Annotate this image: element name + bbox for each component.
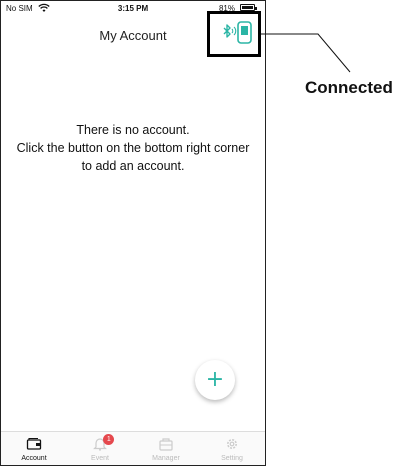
bluetooth-device-connected-icon[interactable] xyxy=(221,21,253,45)
tab-account[interactable]: Account xyxy=(1,432,67,465)
connected-annotation: Connected xyxy=(305,78,393,97)
plus-icon: + xyxy=(205,367,225,392)
bottom-tab-bar: Account 1 Event Manager Setting xyxy=(1,431,265,465)
manager-icon xyxy=(159,438,173,451)
tab-setting[interactable]: Setting xyxy=(199,432,265,465)
add-account-button[interactable]: + xyxy=(195,360,235,400)
tab-manager-label: Manager xyxy=(152,455,180,462)
empty-state-line-3: to add an account. xyxy=(81,159,185,173)
event-badge: 1 xyxy=(103,434,115,445)
tab-event[interactable]: 1 Event xyxy=(67,432,133,465)
tab-account-label: Account xyxy=(21,455,47,462)
wallet-icon xyxy=(26,437,42,450)
tab-event-label: Event xyxy=(91,455,109,462)
empty-state-line-2: Click the button on the bottom right cor… xyxy=(16,141,250,155)
empty-state-line-1: There is no account. xyxy=(76,123,190,137)
battery-icon xyxy=(240,4,257,11)
gear-icon xyxy=(227,439,237,449)
phone-screen: No SIM 3:15 PM 81% My Account There is n… xyxy=(0,0,266,466)
empty-state-message: There is no account. Click the button on… xyxy=(1,121,265,175)
tab-setting-label: Setting xyxy=(221,455,243,462)
tab-manager[interactable]: Manager xyxy=(133,432,199,465)
device-status-highlight xyxy=(207,11,261,57)
